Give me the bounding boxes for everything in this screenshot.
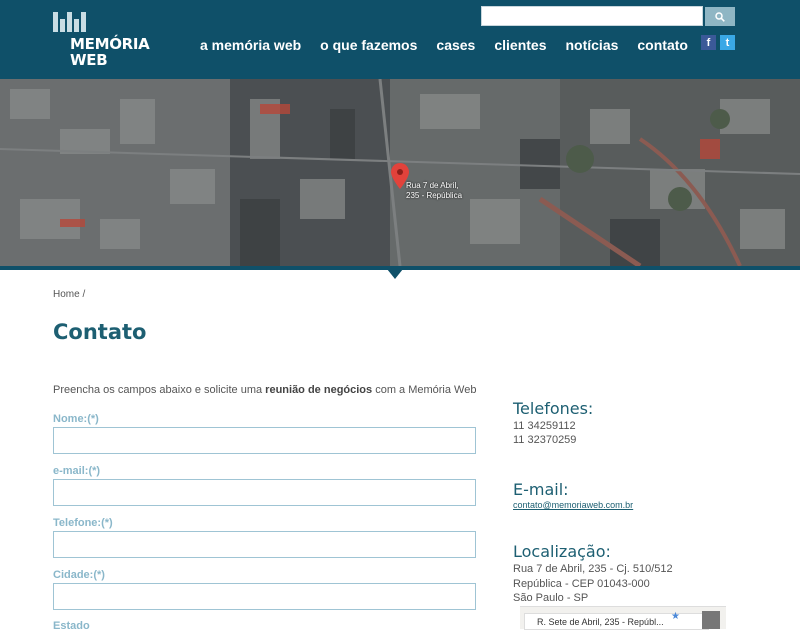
map-pin-line1: Rua 7 de Abril, — [406, 181, 459, 190]
search-icon — [715, 11, 725, 22]
estado-label: Estado — [53, 620, 90, 632]
email-field[interactable] — [53, 479, 476, 506]
page-title: Contato — [53, 320, 147, 344]
phones-title: Telefones: — [513, 399, 594, 418]
phone-2: 11 32370259 — [513, 434, 577, 446]
intro-after: com a Memória Web — [372, 384, 477, 396]
embedded-map-label: R. Sete de Abril, 235 - Repúbl... — [537, 617, 664, 627]
breadcrumb[interactable]: Home / — [53, 289, 85, 300]
map-pin-line2: 235 - República — [406, 191, 463, 200]
main-nav: a memória web o que fazemos cases client… — [200, 37, 707, 53]
star-icon[interactable]: ★ — [671, 611, 680, 622]
intro-bold: reunião de negócios — [265, 384, 373, 396]
map-pointer-arrow — [387, 269, 403, 279]
map-pin-label: Rua 7 de Abril, 235 - República — [406, 181, 462, 201]
search-button[interactable] — [705, 7, 735, 26]
header: MEMÓRIA WEB a memória web o que fazemos … — [0, 0, 800, 79]
twitter-icon[interactable]: t — [720, 35, 735, 50]
satellite-map-image — [0, 79, 800, 266]
intro-text: Preencha os campos abaixo e solicite uma… — [53, 384, 476, 396]
cidade-field[interactable] — [53, 583, 476, 610]
location-title: Localização: — [513, 542, 611, 561]
logo[interactable]: MEMÓRIA WEB — [53, 12, 150, 70]
logo-mark — [53, 12, 87, 32]
embedded-map[interactable]: R. Sete de Abril, 235 - Repúbl... ★ — [520, 606, 726, 630]
place-photo-thumbnail[interactable] — [702, 611, 720, 629]
nav-o-que-fazemos[interactable]: o que fazemos — [320, 37, 417, 53]
search-input[interactable] — [481, 6, 703, 26]
logo-line1: MEMÓRIA — [70, 35, 150, 53]
email-label: e-mail:(*) — [53, 465, 101, 477]
nav-clientes[interactable]: clientes — [494, 37, 546, 53]
logo-text: MEMÓRIA WEB — [70, 36, 150, 68]
logo-line2: WEB — [70, 51, 108, 69]
address-line-2: República - CEP 01043-000 — [513, 578, 650, 590]
nav-contato[interactable]: contato — [637, 37, 688, 53]
nome-label: Nome:(*) — [53, 413, 99, 425]
embedded-map-card[interactable]: R. Sete de Abril, 235 - Repúbl... — [524, 613, 709, 630]
nav-a-memoria-web[interactable]: a memória web — [200, 37, 301, 53]
email-title: E-mail: — [513, 480, 569, 499]
telefone-label: Telefone:(*) — [53, 517, 113, 529]
phone-1: 11 34259112 — [513, 420, 576, 432]
nav-cases[interactable]: cases — [436, 37, 475, 53]
address-line-3: São Paulo - SP — [513, 592, 589, 604]
nav-noticias[interactable]: notícias — [565, 37, 618, 53]
intro-before: Preencha os campos abaixo e solicite uma — [53, 384, 266, 396]
address-line-1: Rua 7 de Abril, 235 - Cj. 510/512 — [513, 563, 673, 575]
map-banner[interactable]: Rua 7 de Abril, 235 - República — [0, 79, 800, 266]
telefone-field[interactable] — [53, 531, 476, 558]
email-link[interactable]: contato@memoriaweb.com.br — [513, 500, 633, 510]
facebook-icon[interactable]: f — [701, 35, 716, 50]
cidade-label: Cidade:(*) — [53, 569, 105, 581]
nome-field[interactable] — [53, 427, 476, 454]
